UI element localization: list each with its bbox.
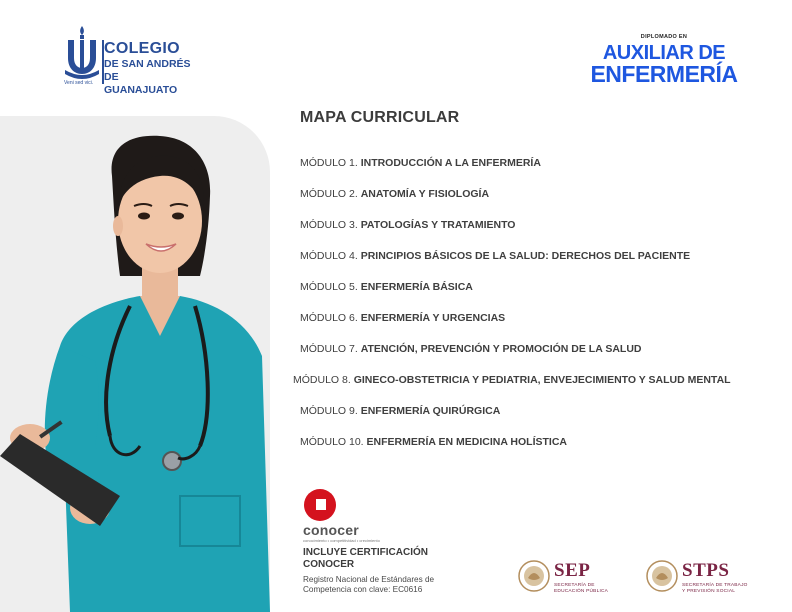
module-number: MÓDULO 2. — [300, 188, 358, 200]
module-name: ANATOMÍA Y FISIOLOGÍA — [360, 188, 490, 200]
module-number: MÓDULO 10. — [300, 436, 364, 448]
module-item: MÓDULO 7. ATENCIÓN, PREVENCIÓN Y PROMOCI… — [300, 343, 642, 355]
module-number: MÓDULO 8. — [293, 374, 351, 386]
conocer-tagline: conocimiento • competitividad • crecimie… — [303, 538, 380, 543]
college-name-line3: DE GUANAJUATO — [104, 71, 178, 96]
college-motto: Veni sed vici. — [64, 80, 94, 86]
college-name-line1: COLEGIO — [104, 40, 180, 57]
stps-subtitle: SECRETARÍA DE TRABAJO Y PREVISIÓN SOCIAL — [682, 583, 748, 595]
module-name: ENFERMERÍA Y URGENCIAS — [360, 312, 506, 324]
module-name: INTRODUCCIÓN A LA ENFERMERÍA — [360, 157, 541, 169]
curriculum-title: MAPA CURRICULAR — [300, 109, 460, 126]
module-name: ENFERMERÍA BÁSICA — [360, 281, 473, 293]
conocer-logo-icon — [304, 489, 336, 521]
nurse-photo — [0, 116, 270, 612]
college-name-line2: DE SAN ANDRÉS — [104, 58, 191, 70]
module-item: MÓDULO 8. GINECO-OBSTETRICIA Y PEDIATRIA… — [293, 374, 731, 386]
module-item: MÓDULO 5. ENFERMERÍA BÁSICA — [300, 281, 473, 293]
mexico-seal-icon — [646, 560, 678, 592]
module-item: MÓDULO 10. ENFERMERÍA EN MEDICINA HOLÍST… — [300, 436, 567, 448]
stps-subtitle-line2: Y PREVISIÓN SOCIAL — [682, 589, 736, 594]
college-logo: COLEGIO DE SAN ANDRÉS DE GUANAJUATO Veni… — [62, 24, 192, 96]
certification-title-line2: CONOCER — [303, 559, 355, 570]
certification-desc-line2: Competencia con clave: EC0616 — [303, 585, 423, 594]
module-item: MÓDULO 1. INTRODUCCIÓN A LA ENFERMERÍA — [300, 157, 541, 169]
college-emblem-icon — [65, 26, 99, 79]
conocer-brand: conocer — [303, 522, 359, 538]
module-item: MÓDULO 2. ANATOMÍA Y FISIOLOGÍA — [300, 188, 489, 200]
mexico-seal-icon — [518, 560, 550, 592]
module-item: MÓDULO 3. PATOLOGÍAS Y TRATAMIENTO — [300, 219, 515, 231]
stps-logo: STPS SECRETARÍA DE TRABAJO Y PREVISIÓN S… — [646, 560, 766, 596]
module-number: MÓDULO 1. — [300, 157, 358, 169]
module-name: ENFERMERÍA QUIRÚRGICA — [360, 405, 501, 417]
certification-title: INCLUYE CERTIFICACIÓN CONOCER — [303, 547, 428, 571]
sep-abbr: SEP — [554, 560, 591, 581]
module-number: MÓDULO 4. — [300, 250, 358, 262]
module-item: MÓDULO 6. ENFERMERÍA Y URGENCIAS — [300, 312, 505, 324]
stps-abbr: STPS — [682, 560, 730, 581]
sep-subtitle-line2: EDUCACIÓN PÚBLICA — [554, 589, 609, 594]
sep-subtitle: SECRETARÍA DE EDUCACIÓN PÚBLICA — [554, 583, 608, 595]
nurse-illustration — [0, 135, 270, 612]
certification-description: Registro Nacional de Estándares de Compe… — [303, 575, 434, 595]
college-name: COLEGIO DE SAN ANDRÉS DE GUANAJUATO — [104, 40, 192, 97]
module-number: MÓDULO 6. — [300, 312, 358, 324]
module-name: ENFERMERÍA EN MEDICINA HOLÍSTICA — [366, 436, 568, 448]
module-number: MÓDULO 7. — [300, 343, 358, 355]
sep-logo: SEP SECRETARÍA DE EDUCACIÓN PÚBLICA — [518, 560, 628, 596]
certification-title-line1: INCLUYE CERTIFICACIÓN — [303, 547, 428, 558]
module-item: MÓDULO 9. ENFERMERÍA QUIRÚRGICA — [300, 405, 500, 417]
module-name: PATOLOGÍAS Y TRATAMIENTO — [360, 219, 516, 231]
module-number: MÓDULO 9. — [300, 405, 358, 417]
module-name: GINECO-OBSTETRICIA Y PEDIATRIA, ENVEJECI… — [353, 374, 731, 386]
module-number: MÓDULO 5. — [300, 281, 358, 293]
module-name: ATENCIÓN, PREVENCIÓN Y PROMOCIÓN DE LA S… — [360, 343, 642, 355]
program-title-line1: AUXILIAR DE — [602, 42, 726, 64]
module-item: MÓDULO 4. PRINCIPIOS BÁSICOS DE LA SALUD… — [300, 250, 690, 262]
program-title: DIPLOMADO EN AUXILIAR DE ENFERMERÍA — [582, 34, 746, 87]
certification-desc-line1: Registro Nacional de Estándares de — [303, 575, 435, 584]
program-title-line2: ENFERMERÍA — [590, 61, 738, 87]
program-title-pre: DIPLOMADO EN — [640, 34, 688, 40]
module-name: PRINCIPIOS BÁSICOS DE LA SALUD: DERECHOS… — [360, 250, 691, 262]
module-number: MÓDULO 3. — [300, 219, 358, 231]
